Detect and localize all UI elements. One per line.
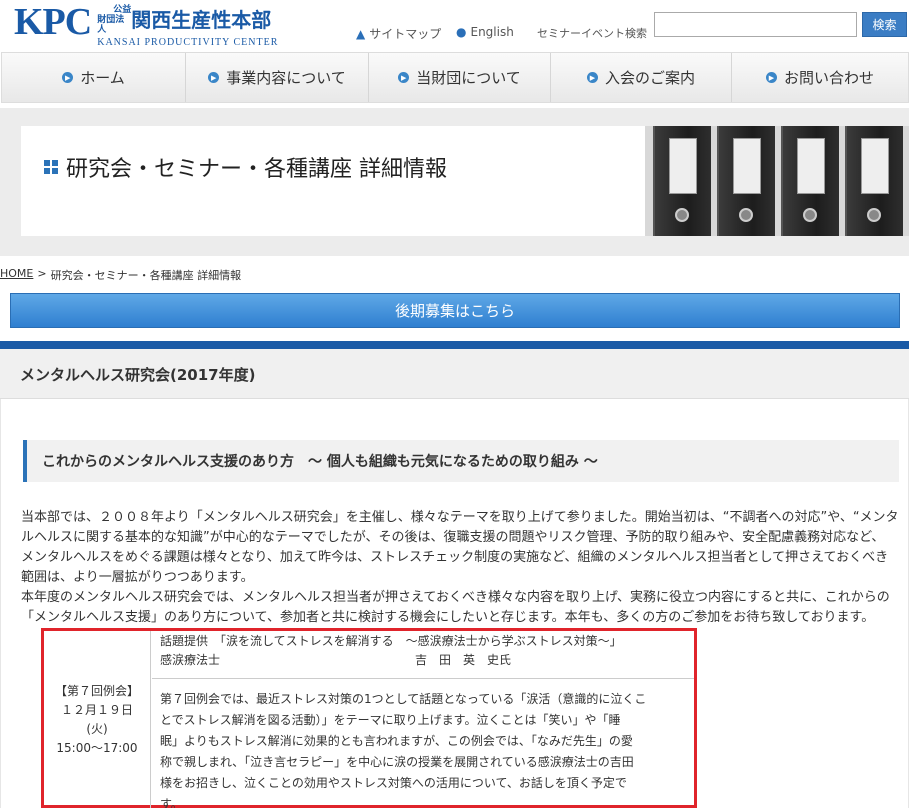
logo-small-line2: 財団法人 (97, 15, 125, 35)
intro-text: 当本部では、２００８年より「メンタルヘルス研究会」を主催し、様々なテーマを取り上… (21, 510, 899, 625)
logo-name: 関西生産性本部 (131, 8, 272, 32)
nav-item-contact[interactable]: ▶ お問い合わせ (732, 53, 908, 102)
session-table: 【第７回例会】 １２月１９日 (火) 15:00～17:00 話題提供 「涙を流… (41, 628, 697, 808)
site-header: KPC 公益 財団法人 関西生産性本部 KANSAI PRODUCTIVITY … (0, 0, 909, 50)
search-button[interactable]: 検索 (862, 12, 907, 37)
seminar-search-label: セミナーイベント検索 (537, 27, 647, 40)
session-description: 第７回例会では、最近ストレス対策の1つとして話題となっている「涙活（意識的に泣く… (160, 692, 647, 808)
logo-english: KANSAI PRODUCTIVITY CENTER (97, 37, 279, 48)
page-hero: 研究会・セミナー・各種講座 詳細情報 (0, 108, 909, 256)
nav-item-membership[interactable]: ▶ 入会のご案内 (551, 53, 732, 102)
session-weekday: (火) (86, 721, 108, 736)
main-nav: ▶ ホーム ▶ 事業内容について ▶ 当財団について ▶ 入会のご案内 ▶ お問… (1, 52, 909, 103)
breadcrumb-current: 研究会・セミナー・各種講座 詳細情報 (50, 269, 242, 282)
nav-item-business[interactable]: ▶ 事業内容について (186, 53, 369, 102)
site-logo[interactable]: KPC 公益 財団法人 関西生産性本部 KANSAI PRODUCTIVITY … (14, 2, 278, 48)
speaker-role: 感涙療法士 (160, 653, 221, 667)
breadcrumb-separator: > (37, 267, 47, 280)
session-schedule: 【第７回例会】 １２月１９日 (火) 15:00～17:00 (44, 631, 151, 808)
session-date: １２月１９日 (60, 702, 133, 717)
session-topic-title: 話題提供 「涙を流してストレスを解消する ～感涙療法士から学ぶストレス対策～」 (160, 634, 622, 648)
speaker-name: 吉 田 英 史氏 (415, 653, 512, 667)
section-title: メンタルヘルス研究会(2017年度) (20, 366, 256, 384)
session-number: 【第７回例会】 (54, 683, 139, 698)
section-subtitle: これからのメンタルヘルス支援のあり方 ～ 個人も組織も元気になるための取り組み … (23, 440, 899, 482)
nav-item-about[interactable]: ▶ 当財団について (369, 53, 551, 102)
globe-icon: ● (456, 25, 467, 39)
breadcrumb-home[interactable]: HOME (0, 267, 33, 283)
section-header: メンタルヘルス研究会(2017年度) (0, 349, 909, 399)
grid-squares-icon (44, 160, 58, 174)
chevron-right-icon: ▶ (765, 72, 777, 83)
recruit-button[interactable]: 後期募集はこちら (10, 293, 900, 328)
english-link[interactable]: ● English (456, 25, 514, 39)
binders-image (645, 126, 909, 236)
sitemap-icon: ▲ (356, 26, 366, 41)
logo-small-line1: 公益 (113, 5, 132, 15)
chevron-right-icon: ▶ (208, 72, 220, 83)
page-title: 研究会・セミナー・各種講座 詳細情報 (44, 151, 447, 183)
sitemap-link[interactable]: ▲ サイトマップ (356, 25, 441, 42)
search-input[interactable] (654, 12, 857, 37)
session-topic: 話題提供 「涙を流してストレスを解消する ～感涙療法士から学ぶストレス対策～」 … (152, 631, 694, 679)
chevron-right-icon: ▶ (62, 72, 74, 83)
breadcrumb: HOME > 研究会・セミナー・各種講座 詳細情報 (0, 267, 241, 283)
nav-item-home[interactable]: ▶ ホーム (2, 53, 186, 102)
logo-mark: KPC (14, 1, 92, 43)
chevron-right-icon: ▶ (586, 72, 598, 83)
session-time: 15:00～17:00 (56, 740, 138, 755)
section-divider (0, 341, 909, 349)
chevron-right-icon: ▶ (398, 72, 410, 83)
